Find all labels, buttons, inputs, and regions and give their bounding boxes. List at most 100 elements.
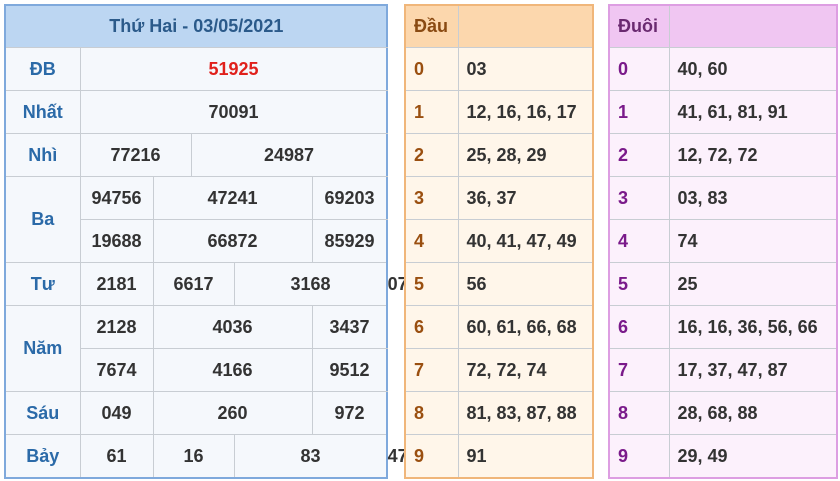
results-date-title: Thứ Hai - 03/05/2021: [4, 4, 388, 48]
prize-value: 7674: [79, 348, 154, 392]
prize-value: 69203: [311, 176, 388, 220]
head-numbers: 72, 72, 74: [457, 348, 594, 392]
tail-digit: 3: [608, 176, 670, 220]
prize-label-nam: Năm: [4, 305, 81, 392]
prize-label-db: ĐB: [4, 47, 81, 91]
tail-row: 2 12, 72, 72: [608, 133, 838, 177]
prize-value: 24987: [190, 133, 388, 177]
prize-value: 61: [79, 434, 154, 479]
head-digit: 1: [404, 90, 459, 134]
head-numbers: 12, 16, 16, 17: [457, 90, 594, 134]
tail-numbers: 16, 16, 36, 56, 66: [668, 305, 838, 349]
prize-value: 972: [311, 391, 388, 435]
head-row: 1 12, 16, 16, 17: [404, 90, 594, 134]
tail-numbers: 74: [668, 219, 838, 263]
tails-title: Đuôi: [608, 4, 670, 48]
prize-value: 51925: [79, 47, 388, 91]
tail-numbers: 29, 49: [668, 434, 838, 479]
prize-label-bay: Bảy: [4, 434, 81, 479]
head-numbers: 60, 61, 66, 68: [457, 305, 594, 349]
tail-row: 5 25: [608, 262, 838, 306]
tail-digit: 6: [608, 305, 670, 349]
head-digit: 0: [404, 47, 459, 91]
tail-row: 1 41, 61, 81, 91: [608, 90, 838, 134]
tail-digit: 9: [608, 434, 670, 479]
tails-title-blank: [668, 4, 838, 48]
head-row: 5 56: [404, 262, 594, 306]
prize-label-nhi: Nhì: [4, 133, 81, 177]
tails-table: Đuôi 0 40, 60 1 41, 61, 81, 91 2 12, 72, 72 3 0…: [608, 4, 838, 479]
head-digit: 3: [404, 176, 459, 220]
tail-numbers: 40, 60: [668, 47, 838, 91]
prize-value: 6617: [152, 262, 235, 306]
prize-value: 2128: [79, 305, 154, 349]
head-digit: 4: [404, 219, 459, 263]
tail-row: 9 29, 49: [608, 434, 838, 479]
head-numbers: 56: [457, 262, 594, 306]
head-row: 9 91: [404, 434, 594, 479]
head-numbers: 91: [457, 434, 594, 479]
prize-label-ba: Ba: [4, 176, 81, 263]
prize-label-tu: Tư: [4, 262, 81, 306]
prize-value: 4166: [152, 348, 313, 392]
head-digit: 2: [404, 133, 459, 177]
tail-digit: 1: [608, 90, 670, 134]
head-numbers: 36, 37: [457, 176, 594, 220]
head-row: 0 03: [404, 47, 594, 91]
tail-numbers: 25: [668, 262, 838, 306]
tail-numbers: 03, 83: [668, 176, 838, 220]
tail-row: 0 40, 60: [608, 47, 838, 91]
head-numbers: 40, 41, 47, 49: [457, 219, 594, 263]
prize-value: 16: [152, 434, 235, 479]
prize-value: 85929: [311, 219, 388, 263]
prize-value: 19688: [79, 219, 154, 263]
results-table: Thứ Hai - 03/05/2021 ĐB 51925 Nhất 70091…: [4, 4, 428, 479]
prize-value: 83: [233, 434, 388, 479]
prize-value: 3168: [233, 262, 388, 306]
heads-title: Đầu: [404, 4, 459, 48]
tail-numbers: 41, 61, 81, 91: [668, 90, 838, 134]
head-row: 7 72, 72, 74: [404, 348, 594, 392]
tail-row: 8 28, 68, 88: [608, 391, 838, 435]
tail-row: 4 74: [608, 219, 838, 263]
head-row: 8 81, 83, 87, 88: [404, 391, 594, 435]
tail-numbers: 28, 68, 88: [668, 391, 838, 435]
prize-value: 66872: [152, 219, 313, 263]
head-digit: 7: [404, 348, 459, 392]
prize-value: 2181: [79, 262, 154, 306]
prize-value: 3437: [311, 305, 388, 349]
prize-value: 049: [79, 391, 154, 435]
tail-row: 3 03, 83: [608, 176, 838, 220]
head-row: 6 60, 61, 66, 68: [404, 305, 594, 349]
head-numbers: 25, 28, 29: [457, 133, 594, 177]
tail-digit: 5: [608, 262, 670, 306]
tail-digit: 8: [608, 391, 670, 435]
tail-numbers: 12, 72, 72: [668, 133, 838, 177]
prize-label-nhat: Nhất: [4, 90, 81, 134]
head-row: 4 40, 41, 47, 49: [404, 219, 594, 263]
head-row: 2 25, 28, 29: [404, 133, 594, 177]
head-digit: 6: [404, 305, 459, 349]
head-digit: 9: [404, 434, 459, 479]
tail-row: 7 17, 37, 47, 87: [608, 348, 838, 392]
prize-value: 70091: [79, 90, 388, 134]
heads-title-blank: [457, 4, 594, 48]
prize-value: 94756: [79, 176, 154, 220]
tail-digit: 0: [608, 47, 670, 91]
tail-digit: 4: [608, 219, 670, 263]
prize-label-sau: Sáu: [4, 391, 81, 435]
tail-numbers: 17, 37, 47, 87: [668, 348, 838, 392]
head-numbers: 03: [457, 47, 594, 91]
tail-digit: 7: [608, 348, 670, 392]
head-digit: 8: [404, 391, 459, 435]
tail-row: 6 16, 16, 36, 56, 66: [608, 305, 838, 349]
prize-value: 47241: [152, 176, 313, 220]
tail-digit: 2: [608, 133, 670, 177]
prize-value: 77216: [79, 133, 192, 177]
prize-value: 260: [152, 391, 313, 435]
prize-value: 4036: [152, 305, 313, 349]
head-row: 3 36, 37: [404, 176, 594, 220]
head-numbers: 81, 83, 87, 88: [457, 391, 594, 435]
prize-value: 9512: [311, 348, 388, 392]
head-digit: 5: [404, 262, 459, 306]
